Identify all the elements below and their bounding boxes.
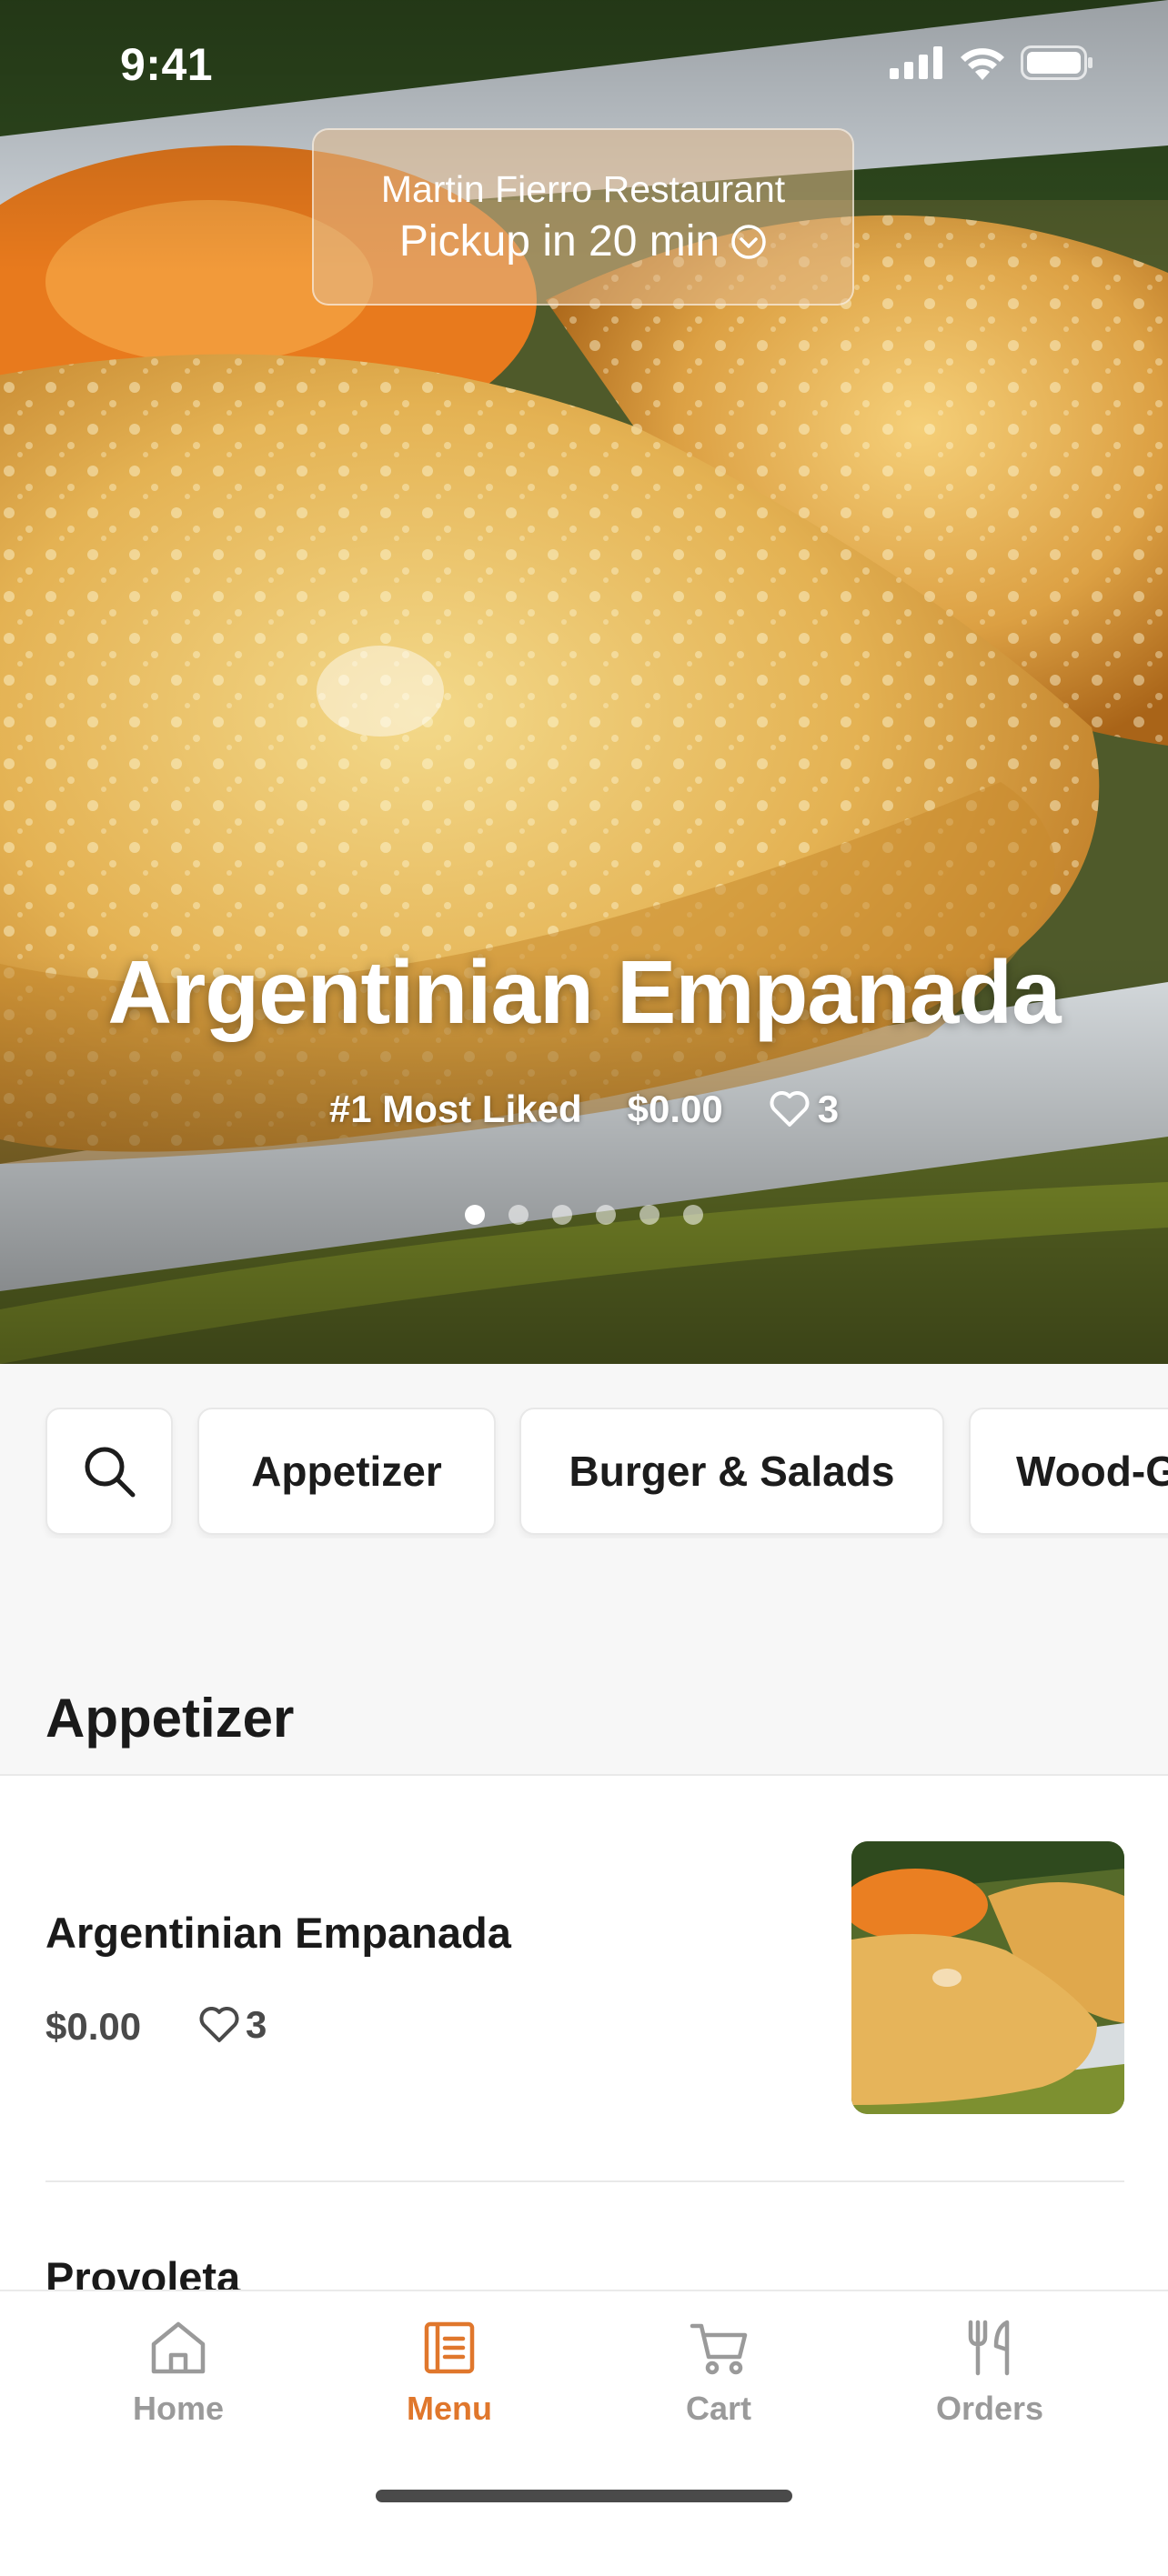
category-chip-appetizer[interactable]: Appetizer (197, 1408, 496, 1535)
hero-banner[interactable]: 9:41 Martin Fierro Restaurant Pickup in … (0, 0, 1168, 1364)
menu-book-icon (424, 2321, 475, 2374)
search-button[interactable] (45, 1408, 173, 1535)
item-name: Argentinian Empanada (45, 1909, 511, 1957)
tab-label: Cart (685, 2390, 752, 2427)
tab-home[interactable]: Home (78, 2319, 278, 2446)
utensils-icon (968, 2320, 1010, 2376)
tab-cart[interactable]: Cart (619, 2319, 819, 2446)
tab-menu[interactable]: Menu (349, 2319, 549, 2446)
hero-meta: #1 Most Liked $0.00 3 (0, 1088, 1168, 1131)
hero-title: Argentinian Empanada (107, 942, 1061, 1042)
battery-icon (1021, 45, 1092, 80)
home-indicator (376, 2490, 792, 2502)
carousel-dot[interactable] (465, 1205, 485, 1225)
tab-label: Orders (935, 2390, 1044, 2427)
hero-likes-count: 3 (817, 1088, 840, 1130)
item-thumbnail (851, 1841, 1124, 2114)
category-chip-burger-salads[interactable]: Burger & Salads (519, 1408, 944, 1535)
status-icons (890, 45, 1093, 80)
carousel-dots[interactable] (0, 1205, 1168, 1225)
divider (45, 2180, 1124, 2182)
section-title: Appetizer (45, 1688, 295, 1749)
list-item[interactable]: Argentinian Empanada $0.00 3 (0, 1776, 1168, 2181)
carousel-dot[interactable] (639, 1205, 660, 1225)
tab-label: Home (132, 2390, 225, 2427)
heart-icon (770, 1091, 810, 1127)
item-likes[interactable]: 3 (198, 2003, 267, 2047)
carousel-dot[interactable] (508, 1205, 529, 1225)
item-likes-count: 3 (246, 2003, 267, 2046)
category-chips: Appetizer Burger & Salads Wood-Grilled (0, 1408, 1168, 1539)
home-icon (151, 2321, 206, 2374)
hero-price: $0.00 (627, 1088, 723, 1130)
carousel-dot[interactable] (683, 1205, 703, 1225)
cart-icon (690, 2323, 748, 2375)
pickup-time: Pickup in 20 min (399, 214, 767, 270)
tab-orders[interactable]: Orders (890, 2319, 1090, 2446)
signal-icon (890, 46, 942, 79)
status-time: 9:41 (120, 39, 214, 90)
restaurant-name: Martin Fierro Restaurant (380, 167, 786, 210)
carousel-dot[interactable] (596, 1205, 616, 1225)
search-icon (85, 1447, 136, 1498)
item-price: $0.00 (45, 2005, 142, 2048)
wifi-icon (961, 48, 1004, 80)
status-bar: 9:41 (0, 0, 1168, 127)
hero-rank: #1 Most Liked (328, 1088, 582, 1130)
category-chip-wood-grilled[interactable]: Wood-Grilled (969, 1408, 1168, 1535)
pickup-selector[interactable]: Martin Fierro Restaurant Pickup in 20 mi… (312, 128, 854, 306)
tab-label: Menu (407, 2390, 492, 2427)
pickup-time-label: Pickup in 20 min (398, 216, 720, 266)
chevron-down-circle-icon (731, 224, 766, 259)
carousel-dot[interactable] (552, 1205, 572, 1225)
hero-likes[interactable]: 3 (769, 1088, 839, 1131)
heart-icon (199, 2007, 239, 2042)
